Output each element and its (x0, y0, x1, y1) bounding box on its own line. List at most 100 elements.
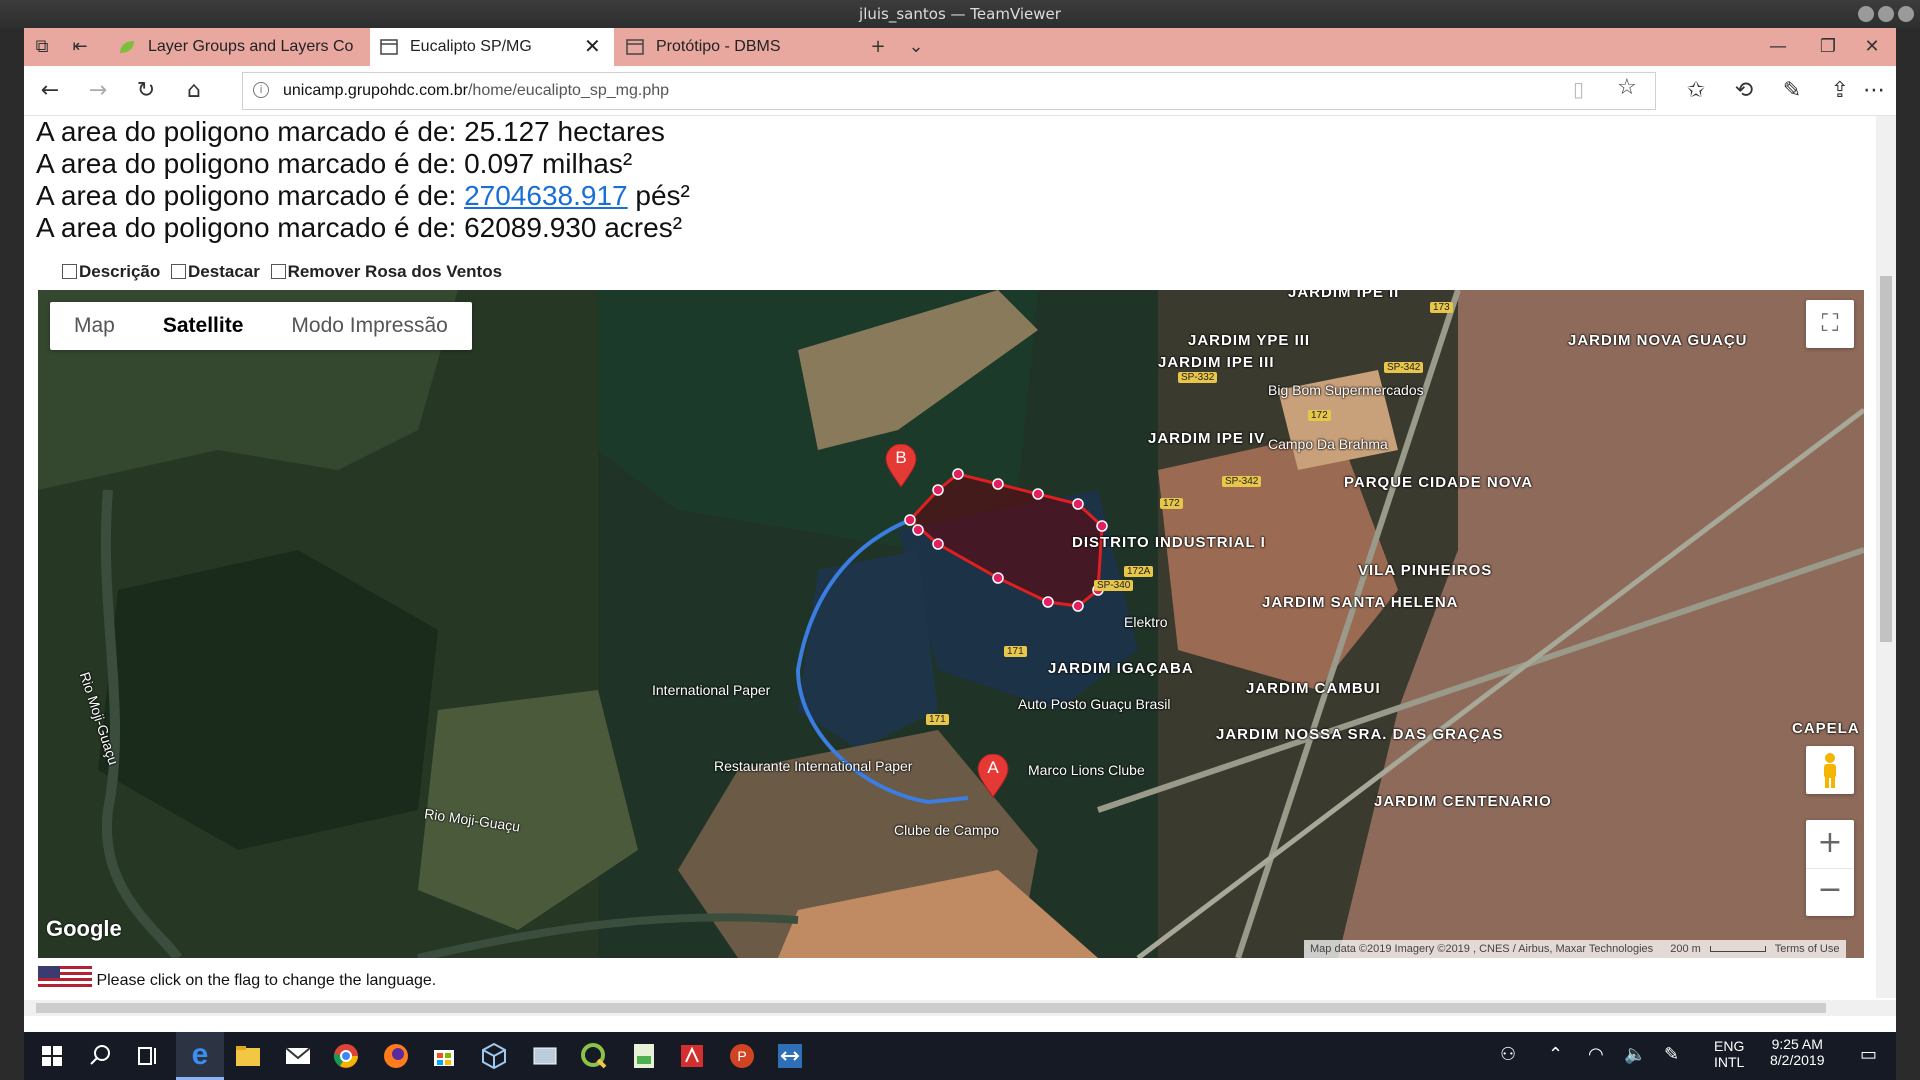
task-view-icon[interactable] (128, 1036, 168, 1076)
zoom-in-button[interactable]: + (1806, 820, 1854, 868)
network-icon[interactable]: ◠ (1588, 1044, 1604, 1065)
area-hectares-value: 25.127 (464, 116, 550, 147)
language-indicator[interactable]: ENG INTL (1714, 1038, 1744, 1070)
fullscreen-icon[interactable]: ⛶ (1806, 300, 1854, 348)
map-type-map[interactable]: Map (50, 302, 139, 350)
info-icon[interactable]: i (253, 82, 269, 98)
vertical-scroll-thumb[interactable] (1880, 276, 1892, 642)
area-milhas-value: 0.097 (464, 148, 535, 179)
firefox-icon[interactable] (376, 1036, 416, 1076)
descricao-checkbox[interactable] (62, 264, 77, 279)
map-attribution-bar: Map data ©2019 Imagery ©2019 , CNES / Ai… (1304, 940, 1846, 958)
map-place-label: Auto Posto Guaçu Brasil (1018, 696, 1171, 712)
destacar-checkbox[interactable] (171, 264, 187, 279)
vertical-scrollbar[interactable] (1876, 116, 1896, 998)
teamviewer-icon[interactable] (770, 1036, 810, 1076)
url-text[interactable]: unicamp.grupohdc.com.br/home/eucalipto_s… (283, 73, 669, 109)
horizontal-scroll-thumb[interactable] (36, 1003, 1826, 1013)
back-icon[interactable]: ← (32, 74, 68, 108)
3d-viewer-icon[interactable] (474, 1036, 514, 1076)
marker-a-label: A (987, 758, 999, 777)
tab-layer-groups[interactable]: Layer Groups and Layers Co (108, 28, 368, 66)
minimize-window-icon[interactable]: — (1760, 28, 1796, 66)
map-place-label: Big Bom Supermercados (1268, 382, 1424, 398)
zoom-control: + − (1806, 820, 1854, 916)
map-road-shield: SP-332 (1178, 372, 1218, 383)
terms-of-use-link[interactable]: Terms of Use (1775, 943, 1840, 955)
history-icon[interactable]: ⟲ (1726, 74, 1762, 108)
pen-icon[interactable]: ✎ (1774, 74, 1810, 108)
language-footer: Please click on the flag to change the l… (38, 966, 436, 996)
edge-icon: e (191, 1038, 209, 1071)
area-acres-line: A area do poligono marcado é de: 62089.9… (36, 212, 682, 244)
show-hidden-icons[interactable]: ⌃ (1548, 1044, 1563, 1065)
spreadsheet-icon[interactable] (624, 1036, 664, 1076)
map-road-shield: 172A (1124, 566, 1154, 577)
area-milhas-line: A area do poligono marcado é de: 0.097 m… (36, 148, 632, 180)
tab-eucalipto[interactable]: Eucalipto SP/MG ✕ (370, 28, 614, 66)
mail-icon[interactable] (278, 1036, 318, 1076)
home-icon[interactable]: ⌂ (176, 74, 212, 108)
tab-prototipo[interactable]: Protótipo - DBMS (616, 28, 856, 66)
powerpoint-icon[interactable]: P (722, 1036, 762, 1076)
qgis-icon[interactable] (574, 1036, 614, 1076)
teamviewer-titlebar: jluis_santos — TeamViewer (0, 0, 1920, 28)
edge-taskbar-item[interactable]: e (176, 1032, 224, 1080)
close-icon[interactable] (1898, 6, 1914, 22)
horizontal-scrollbar[interactable] (24, 1000, 1896, 1016)
more-icon[interactable]: ⋯ (1856, 74, 1892, 108)
clock-time: 9:25 AM (1771, 1036, 1823, 1052)
new-tab-icon[interactable]: + (860, 28, 896, 66)
map-type-control: Map Satellite Modo Impressão (50, 302, 472, 350)
forward-icon[interactable]: → (80, 74, 116, 108)
close-tab-icon[interactable]: ✕ (584, 28, 601, 66)
search-icon[interactable] (80, 1036, 120, 1076)
map-road-shield: SP-342 (1222, 476, 1262, 487)
clock[interactable]: 9:25 AM 8/2/2019 (1770, 1036, 1825, 1068)
map-place-label: JARDIM SANTA HELENA (1262, 594, 1459, 611)
people-icon[interactable]: ⚇ (1500, 1044, 1516, 1065)
google-logo: Google (46, 916, 122, 941)
restore-window-icon[interactable]: ❐ (1810, 28, 1846, 66)
refresh-icon[interactable]: ↻ (128, 74, 164, 108)
remover-rosa-checkbox[interactable] (270, 264, 286, 279)
remote-desktop-icon[interactable] (524, 1036, 564, 1076)
destacar-label: Destacar (188, 262, 260, 281)
map-place-label: Elektro (1124, 614, 1168, 630)
map-type-print[interactable]: Modo Impressão (267, 302, 471, 350)
us-flag-icon[interactable] (38, 966, 92, 988)
satellite-imagery (38, 290, 1864, 958)
attribution-text: Map data ©2019 Imagery ©2019 , CNES / Ai… (1310, 943, 1654, 955)
street-view-pegman-icon[interactable] (1806, 746, 1854, 794)
url-host: unicamp.grupohdc.com.br (283, 82, 468, 99)
favorites-icon[interactable]: ✩ (1678, 74, 1714, 108)
lang-intl: INTL (1714, 1054, 1745, 1070)
favorite-star-icon[interactable]: ☆ (1617, 75, 1637, 100)
map-type-satellite[interactable]: Satellite (139, 302, 268, 350)
reading-view-icon[interactable]: ▯ (1573, 77, 1584, 101)
store-icon[interactable] (424, 1036, 464, 1076)
map-place-label: Restaurante International Paper (714, 758, 913, 774)
acrobat-icon[interactable] (672, 1036, 712, 1076)
tab-set-aside-icon[interactable]: ⧉ (24, 28, 60, 66)
minimize-icon[interactable] (1858, 6, 1874, 22)
close-window-icon[interactable]: ✕ (1854, 28, 1890, 66)
file-explorer-icon[interactable] (228, 1036, 268, 1076)
share-icon[interactable]: ⇪ (1822, 74, 1858, 108)
pen-workspace-icon[interactable]: ✎ (1664, 1044, 1679, 1065)
zoom-out-button[interactable]: − (1806, 868, 1854, 916)
address-bar[interactable]: i unicamp.grupohdc.com.br/home/eucalipto… (242, 72, 1656, 110)
satellite-map[interactable]: B A JARDIM IPE II JARDIM YPE III JARDIM IP… (38, 290, 1864, 958)
area-prefix: A area do poligono marcado é de: (36, 180, 457, 211)
area-pes-link[interactable]: 2704638.917 (464, 180, 628, 211)
language-hint: Please click on the flag to change the l… (96, 972, 437, 989)
tabs-aside-icon[interactable]: ⇤ (62, 28, 98, 66)
chevron-down-icon[interactable]: ⌄ (898, 28, 934, 66)
notifications-icon[interactable]: ▭ (1860, 1044, 1877, 1065)
leaf-icon (120, 41, 134, 53)
chrome-icon[interactable] (326, 1036, 366, 1076)
clock-date: 8/2/2019 (1770, 1052, 1825, 1068)
volume-muted-icon[interactable]: 🔈 (1624, 1044, 1646, 1065)
windows-start-icon[interactable] (32, 1036, 72, 1076)
maximize-icon[interactable] (1878, 6, 1894, 22)
